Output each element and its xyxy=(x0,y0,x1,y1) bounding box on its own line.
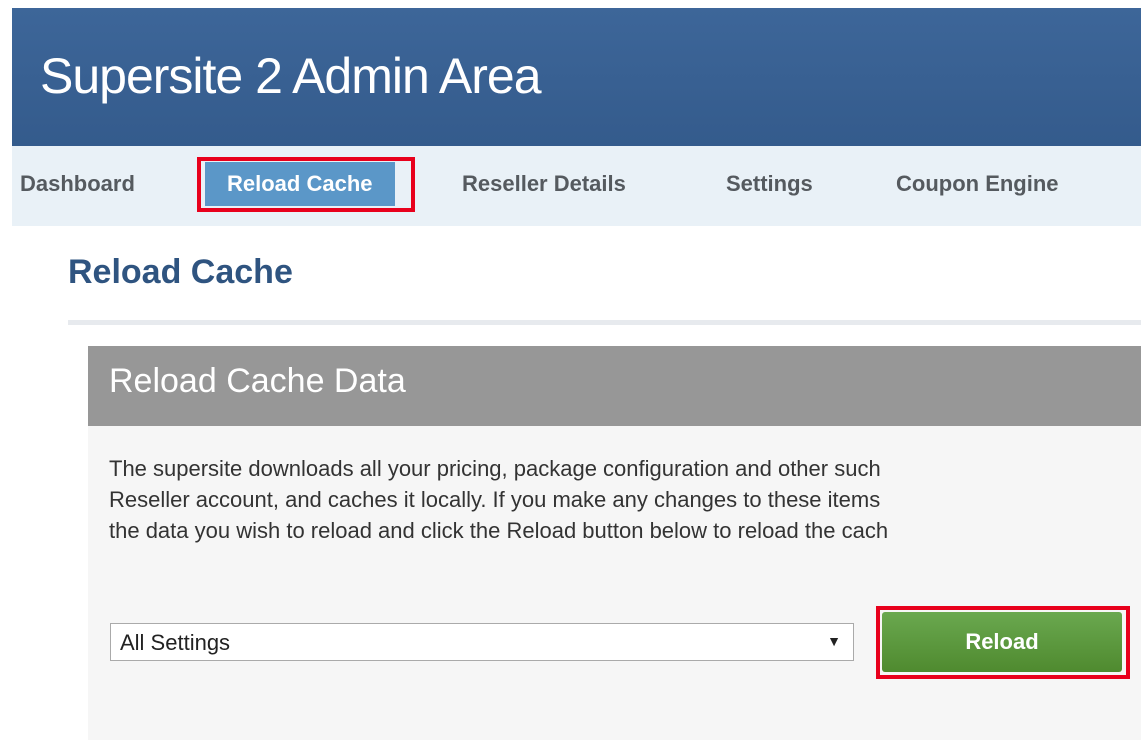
top-nav: Dashboard Reload Cache Reseller Details … xyxy=(12,146,1141,226)
nav-item-reseller-details[interactable]: Reseller Details xyxy=(462,162,626,206)
description-line: The supersite downloads all your pricing… xyxy=(109,456,881,481)
title-divider xyxy=(68,320,1141,325)
panel-description: The supersite downloads all your pricing… xyxy=(109,453,1141,546)
cache-data-select[interactable]: All Settings ▼ xyxy=(110,623,854,661)
description-line: the data you wish to reload and click th… xyxy=(109,518,889,543)
app-title: Supersite 2 Admin Area xyxy=(40,48,542,104)
nav-item-settings[interactable]: Settings xyxy=(726,162,813,206)
description-line: Reseller account, and caches it locally.… xyxy=(109,487,881,512)
reload-button[interactable]: Reload xyxy=(882,612,1122,672)
nav-item-coupon-engine[interactable]: Coupon Engine xyxy=(896,162,1059,206)
nav-item-reload-cache[interactable]: Reload Cache xyxy=(205,162,395,206)
panel-title: Reload Cache Data xyxy=(109,362,406,400)
header-banner: Supersite 2 Admin Area xyxy=(12,8,1141,146)
dropdown-arrow-icon: ▼ xyxy=(827,633,841,649)
panel-header: Reload Cache Data xyxy=(88,346,1141,426)
select-value: All Settings xyxy=(120,630,231,655)
page-title: Reload Cache xyxy=(68,253,293,291)
nav-item-dashboard[interactable]: Dashboard xyxy=(20,162,135,206)
reload-cache-panel: Reload Cache Data The supersite download… xyxy=(88,346,1141,740)
